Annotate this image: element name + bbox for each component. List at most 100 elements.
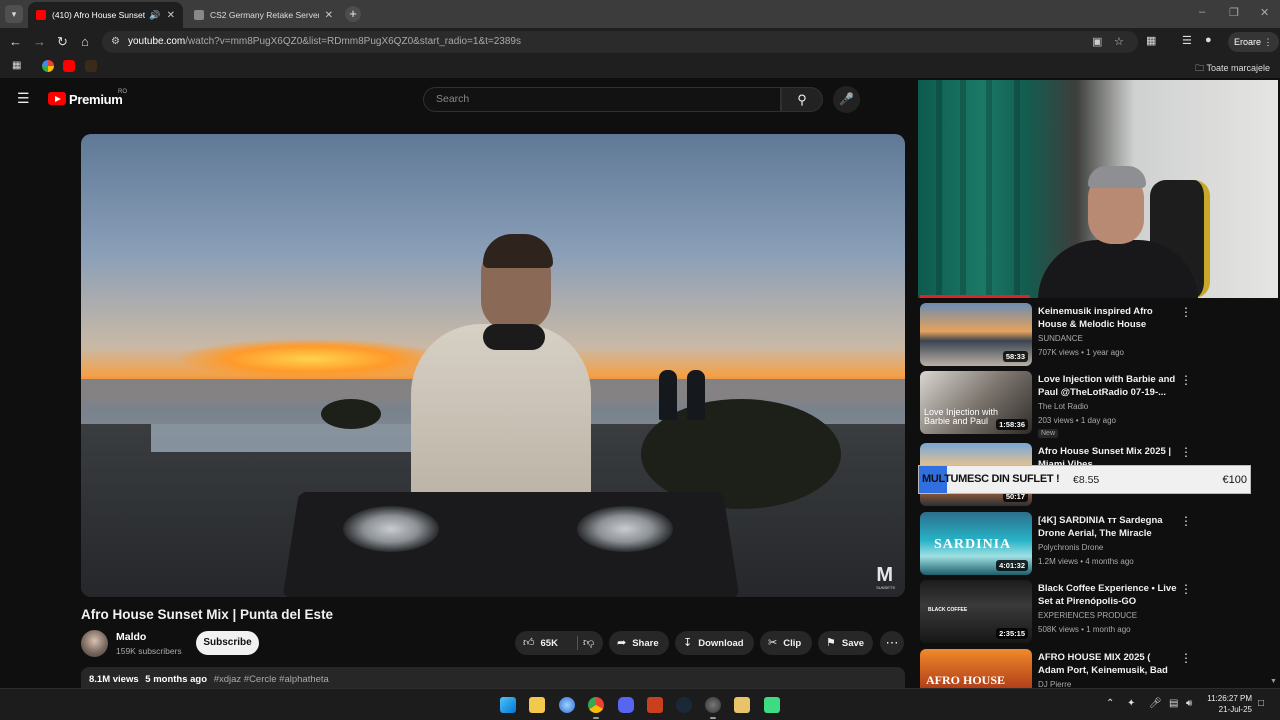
rec-title[interactable]: Love Injection with Barbie and Paul @The… [1038, 373, 1178, 399]
tray-app-icon[interactable]: ✦ [1127, 698, 1135, 709]
share-button[interactable]: ➦ Share [609, 631, 669, 655]
install-app-icon[interactable]: ▣ [1092, 31, 1102, 53]
maximize-icon[interactable]: ❐ [1229, 6, 1239, 19]
bookmark-star-icon[interactable]: ☆ [1114, 31, 1124, 53]
video-thumbnail[interactable]: SARDINIA 4:01:32 [920, 512, 1032, 575]
volume-icon[interactable]: 🔊︎ [1186, 698, 1192, 709]
profile-error-button[interactable]: Eroare ⋮ [1228, 32, 1279, 52]
close-tab-icon[interactable]: ✕ [325, 10, 333, 21]
like-button[interactable]: 👍︎ 65K [523, 631, 558, 656]
recommendation-item[interactable]: Love Injection with Barbie and Paul 1:58… [920, 371, 1276, 438]
tab-search-button[interactable]: ▾ [5, 5, 23, 23]
new-tab-button[interactable]: + [345, 6, 361, 22]
video-player[interactable]: M SUNSETS [81, 134, 905, 597]
more-options-icon[interactable]: ⋮ [1180, 373, 1192, 387]
apps-grid-icon[interactable]: ▦ [12, 60, 24, 72]
reload-icon[interactable]: ↻ [57, 34, 68, 50]
clip-button[interactable]: ✂ Clip [760, 631, 812, 655]
start-icon[interactable] [500, 697, 516, 713]
more-options-icon[interactable]: ⋮ [1180, 305, 1192, 319]
rec-title[interactable]: Keinemusik inspired Afro House & Melodic… [1038, 305, 1178, 332]
tab-cs2[interactable]: CS2 Germany Retake Servers - ✕ [186, 2, 341, 28]
address-bar[interactable]: ⚙ youtube.com/watch?v=mm8PugX6QZ0&list=R… [102, 31, 1138, 53]
rec-title[interactable]: [4K] SARDINIA ᴛᴛ Sardegna Drone Aerial, … [1038, 514, 1178, 541]
guide-menu-icon[interactable]: ☰ [17, 91, 31, 105]
search-input[interactable]: Search [423, 87, 781, 112]
more-options-icon[interactable]: ⋮ [1180, 514, 1192, 528]
home-icon[interactable]: ⌂ [81, 34, 89, 49]
rec-channel[interactable]: EXPERIENCES PRODUCE [1038, 611, 1137, 620]
video-thumbnail[interactable]: 58:33 [920, 303, 1032, 366]
rec-title[interactable]: AFRO HOUSE MIX 2025 ( Adam Port, Keinemu… [1038, 651, 1178, 678]
donation-message: MULTUMESC DIN SUFLET ! [922, 473, 1060, 485]
download-button[interactable]: ↧ Download [675, 631, 754, 655]
file-explorer-icon[interactable] [529, 697, 545, 713]
divider [577, 636, 578, 650]
minimize-icon[interactable]: – [1199, 6, 1205, 18]
tray-overflow-icon[interactable]: ⌃ [1106, 698, 1114, 709]
recommendation-item[interactable]: BLACK COFFEE 2:35:15 Black Coffee Experi… [920, 580, 1276, 644]
back-icon[interactable]: ← [9, 34, 22, 49]
video-thumbnail[interactable]: AFRO HOUSE [920, 649, 1032, 688]
recommendation-item[interactable]: AFRO HOUSE AFRO HOUSE MIX 2025 ( Adam Po… [920, 649, 1276, 688]
close-window-icon[interactable]: ✕ [1260, 6, 1269, 19]
profile-avatar[interactable]: ● [1205, 34, 1212, 46]
new-badge: New [1038, 429, 1059, 438]
scroll-down-arrow-icon[interactable]: ▼ [1270, 678, 1277, 685]
youtube-brand[interactable]: Premium [69, 92, 123, 107]
microphone-tray-icon[interactable]: 🎤︎ [1149, 698, 1162, 709]
app-icon[interactable] [559, 697, 575, 713]
discord-icon[interactable] [618, 697, 634, 713]
forward-icon[interactable]: → [33, 34, 46, 49]
channel-avatar[interactable] [81, 630, 108, 657]
speaker-icon[interactable]: 🔊 [149, 10, 160, 21]
rec-channel[interactable]: The Lot Radio [1038, 402, 1088, 411]
download-label: Download [698, 638, 744, 649]
dislike-button[interactable]: 👎︎ [583, 631, 594, 655]
subscribe-button[interactable]: Subscribe [196, 631, 259, 655]
tab-youtube[interactable]: (410) Afro House Sunset M 🔊 ✕ [28, 2, 183, 28]
more-options-icon[interactable]: ⋮ [1180, 445, 1192, 459]
headphones [483, 324, 545, 350]
recommendation-item[interactable]: SARDINIA 4:01:32 [4K] SARDINIA ᴛᴛ Sardeg… [920, 512, 1276, 576]
chrome-icon[interactable] [588, 697, 604, 713]
save-button[interactable]: ⚑ Save [818, 631, 873, 655]
google-bookmark-icon[interactable] [42, 60, 54, 72]
video-thumbnail[interactable]: BLACK COFFEE 2:35:15 [920, 580, 1032, 643]
rec-title[interactable]: Black Coffee Experience • Live Set at Pi… [1038, 582, 1178, 608]
shield-app-icon[interactable] [647, 697, 663, 713]
network-icon[interactable]: ▤ [1169, 698, 1178, 709]
close-tab-icon[interactable]: ✕ [167, 10, 175, 21]
rec-channel[interactable]: DJ Pierre [1038, 680, 1071, 688]
rec-channel[interactable]: SUNDANCE [1038, 334, 1083, 343]
duration: 58:33 [1002, 351, 1028, 362]
more-actions-button[interactable]: ⋯ [880, 631, 904, 655]
site-info-icon[interactable]: ⚙ [111, 31, 120, 53]
hashtags[interactable]: #xdjaz #Cercle #alphatheta [214, 674, 329, 685]
search-button[interactable]: ⚲ [781, 87, 823, 112]
more-options-icon[interactable]: ⋮ [1180, 651, 1192, 665]
more-options-icon[interactable]: ⋮ [1180, 582, 1192, 596]
channel-name[interactable]: Maldo [116, 631, 146, 643]
system-clock[interactable]: 11:26:27 PM 21-Jul-25 [1200, 693, 1252, 715]
notifications-icon[interactable]: □ [1258, 698, 1264, 709]
rec-channel[interactable]: Polychronis Drone [1038, 543, 1103, 552]
extensions-icon[interactable]: ▦ [1146, 34, 1156, 47]
channel-watermark[interactable]: M [876, 564, 893, 587]
youtube-bookmark-icon[interactable] [63, 60, 75, 72]
media-controls-icon[interactable]: ☰ [1182, 34, 1192, 47]
clock-time: 11:26:27 PM [1207, 694, 1252, 703]
download-icon: ↧ [683, 637, 693, 649]
share-label: Share [632, 638, 659, 649]
all-bookmarks[interactable]: 🗀 Toate marcajele [1195, 61, 1270, 77]
site-bookmark-icon[interactable] [85, 60, 97, 72]
video-thumbnail[interactable]: Love Injection with Barbie and Paul 1:58… [920, 371, 1032, 434]
recommendation-item[interactable]: 58:33 Keinemusik inspired Afro House & M… [920, 303, 1276, 367]
tab-title: CS2 Germany Retake Servers - [210, 10, 319, 20]
youtube-logo-icon[interactable] [48, 92, 66, 105]
app-icon[interactable] [764, 697, 780, 713]
obs-icon[interactable] [705, 697, 721, 713]
app-icon[interactable] [734, 697, 750, 713]
steam-icon[interactable] [676, 697, 692, 713]
voice-search-button[interactable]: 🎤 [833, 86, 860, 113]
